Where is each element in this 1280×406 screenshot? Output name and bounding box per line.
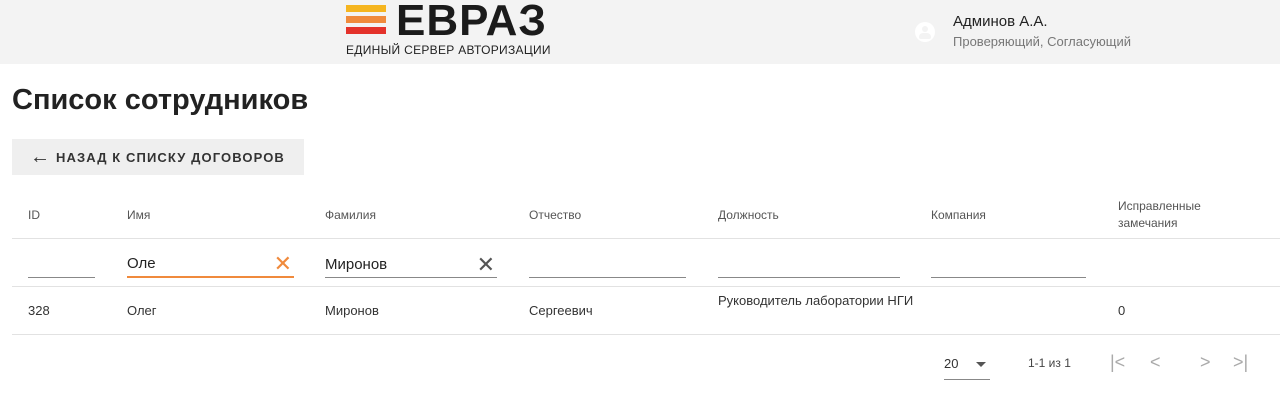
arrow-left-icon: ← (30, 146, 50, 168)
filter-company-input[interactable] (931, 252, 1086, 278)
cell-id: 328 (28, 303, 50, 318)
back-to-contracts-button[interactable]: ← НАЗАД К СПИСКУ ДОГОВОРОВ (12, 139, 304, 175)
filter-first-name-value: Оле (127, 255, 156, 272)
column-header-last-name[interactable]: Фамилия (325, 208, 376, 222)
filter-first-name-input[interactable]: Оле ✕ (127, 252, 294, 278)
logo-bars-icon (346, 5, 386, 38)
header-divider (12, 238, 1280, 239)
user-name[interactable]: Админов А.А. (953, 13, 1048, 30)
paginator-range-label: 1-1 из 1 (1028, 356, 1071, 370)
cell-position: Руководитель лаборатории НГИ (718, 293, 914, 308)
column-header-patronymic[interactable]: Отчество (529, 208, 581, 222)
filter-patronymic-input[interactable] (529, 252, 686, 278)
cell-last-name: Миронов (325, 303, 379, 318)
column-header-company[interactable]: Компания (931, 208, 986, 222)
page-size-select[interactable]: 20 (944, 354, 990, 380)
prev-page-button[interactable]: < (1150, 352, 1161, 373)
logo-wordmark: ЕВРАЗ (396, 0, 547, 45)
filter-id-input[interactable] (28, 252, 95, 278)
column-header-id[interactable]: ID (28, 208, 40, 222)
logo-subtitle: ЕДИНЫЙ СЕРВЕР АВТОРИЗАЦИИ (346, 43, 551, 57)
page-title: Список сотрудников (12, 84, 309, 116)
evraz-logo[interactable]: ЕВРАЗ ЕДИНЫЙ СЕРВЕР АВТОРИЗАЦИИ (346, 0, 576, 59)
column-header-fixed-remarks[interactable]: Исправленные замечания (1118, 198, 1238, 232)
filter-divider (12, 286, 1280, 287)
account-icon[interactable] (915, 22, 935, 42)
clear-first-name-icon[interactable]: ✕ (274, 253, 292, 275)
column-header-position[interactable]: Должность (718, 208, 779, 222)
filter-last-name-input[interactable]: Миронов ✕ (325, 252, 497, 278)
back-button-label: НАЗАД К СПИСКУ ДОГОВОРОВ (56, 149, 285, 165)
first-page-button[interactable]: |< (1110, 352, 1125, 373)
cell-fixed-remarks: 0 (1118, 303, 1126, 318)
user-roles: Проверяющий, Согласующий (953, 34, 1131, 49)
column-header-first-name[interactable]: Имя (127, 208, 150, 222)
row-divider (12, 334, 1280, 335)
app-header: ЕВРАЗ ЕДИНЫЙ СЕРВЕР АВТОРИЗАЦИИ Админов … (0, 0, 1280, 64)
clear-last-name-icon[interactable]: ✕ (477, 254, 495, 276)
cell-first-name: Олег (127, 303, 157, 318)
filter-position-input[interactable] (718, 252, 900, 278)
chevron-down-icon (976, 362, 986, 367)
page-size-value: 20 (944, 356, 959, 371)
last-page-button[interactable]: >| (1233, 352, 1248, 373)
filter-last-name-value: Миронов (325, 256, 388, 273)
cell-patronymic: Сергеевич (529, 303, 593, 318)
next-page-button[interactable]: > (1200, 352, 1211, 373)
